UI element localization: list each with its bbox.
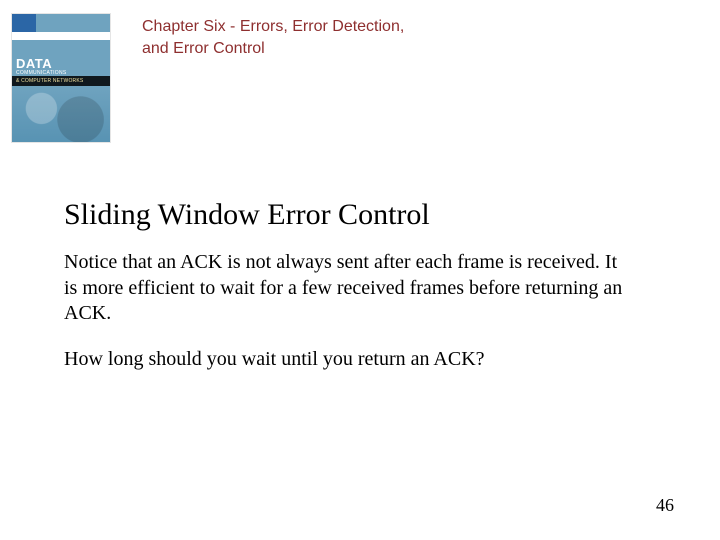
slide-header: DATA COMMUNICATIONS & COMPUTER NETWORKS …	[0, 0, 720, 142]
slide-title: Sliding Window Error Control	[64, 198, 650, 232]
cover-art	[12, 86, 110, 142]
slide-content: Sliding Window Error Control Notice that…	[0, 142, 720, 372]
cover-white-stripe	[12, 32, 110, 40]
book-cover-image: DATA COMMUNICATIONS & COMPUTER NETWORKS	[12, 14, 110, 142]
cover-accent	[12, 14, 36, 32]
cover-title-word: DATA	[16, 56, 52, 71]
body-paragraph-1: Notice that an ACK is not always sent af…	[64, 250, 624, 327]
chapter-title: Chapter Six - Errors, Error Detection, a…	[142, 16, 422, 59]
page-number: 46	[656, 495, 674, 516]
cover-band: & COMPUTER NETWORKS	[12, 76, 110, 86]
body-paragraph-2: How long should you wait until you retur…	[64, 347, 624, 373]
